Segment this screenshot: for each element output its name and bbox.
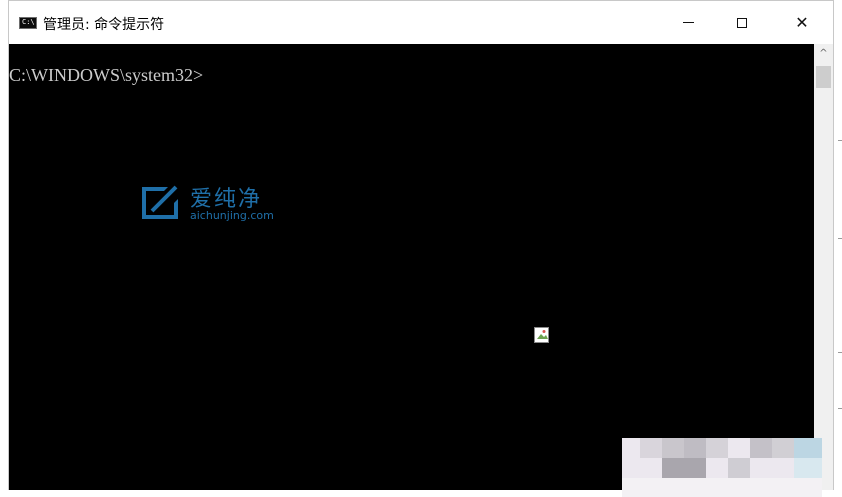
scroll-up-arrow-icon[interactable]: ^ xyxy=(814,44,833,62)
maximize-button[interactable] xyxy=(715,1,769,44)
window-title: 管理员: 命令提示符 xyxy=(43,17,165,33)
broken-image-icon xyxy=(534,327,549,343)
minimize-button[interactable] xyxy=(661,1,715,44)
vertical-scrollbar[interactable]: ^ xyxy=(814,44,833,490)
close-icon: ✕ xyxy=(795,13,809,32)
title-bar[interactable]: C:\ 管理员: 命令提示符 ✕ xyxy=(9,1,833,44)
scroll-thumb[interactable] xyxy=(816,66,831,88)
close-button[interactable]: ✕ xyxy=(775,1,829,44)
command-prompt: C:\WINDOWS\system32> xyxy=(9,65,204,85)
maximize-icon xyxy=(737,17,747,28)
watermark-logo-icon xyxy=(142,185,178,219)
cmd-window: C:\ 管理员: 命令提示符 ✕ C:\WINDOWS\system32> 爱纯… xyxy=(8,0,834,490)
pixelated-corner xyxy=(622,438,822,497)
watermark-name-en: aichunjing.com xyxy=(190,209,274,222)
watermark: 爱纯净 aichunjing.com xyxy=(138,181,288,229)
background-edge xyxy=(834,0,842,497)
console-area[interactable]: C:\WINDOWS\system32> 爱纯净 aichunjing.com xyxy=(9,44,814,490)
minimize-icon xyxy=(682,22,694,23)
cmd-app-icon[interactable]: C:\ xyxy=(19,17,37,29)
